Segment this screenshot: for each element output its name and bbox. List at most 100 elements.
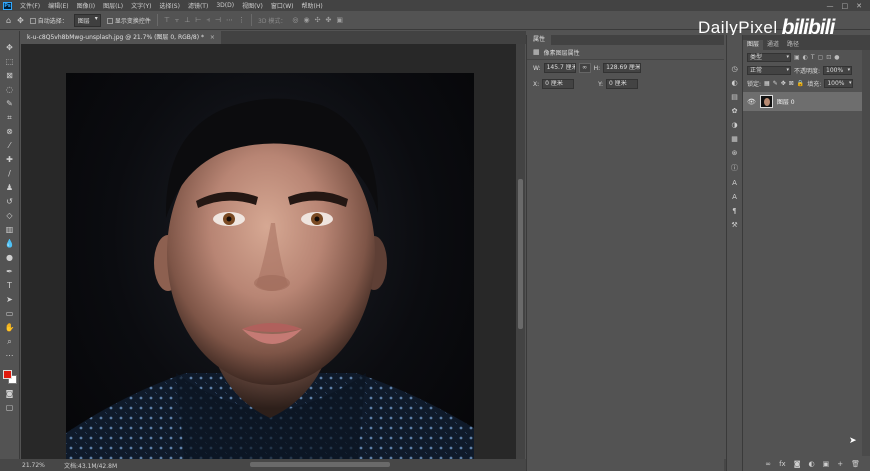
document-tab[interactable]: k-u-c8Q5vh8bMwg-unsplash.jpg @ 21.7% (图层… xyxy=(21,31,221,44)
layers-scrollbar[interactable] xyxy=(862,50,870,456)
portrait-photo[interactable] xyxy=(66,73,474,471)
auto-select-checkbox[interactable]: 自动选择： xyxy=(29,16,68,25)
filter-shape-icon[interactable]: ▢ xyxy=(818,54,824,61)
layer-kind-filter[interactable]: 类型 xyxy=(747,52,791,62)
lasso-tool-icon[interactable]: ◌ xyxy=(4,85,16,95)
adjustments-icon[interactable]: ◑ xyxy=(731,121,737,129)
filter-pixel-icon[interactable]: ▣ xyxy=(794,54,800,61)
opacity-field[interactable]: 100% xyxy=(823,66,853,75)
healing-brush-tool-icon[interactable]: ✚ xyxy=(4,155,16,165)
align-bottom-icon[interactable]: ⊥ xyxy=(184,16,190,25)
distribute-icon[interactable]: ⋯ xyxy=(226,16,233,25)
paragraph-icon[interactable]: ¶ xyxy=(732,207,736,215)
menu-filter[interactable]: 滤镜(T) xyxy=(184,1,212,10)
height-field[interactable]: 128.69 厘米 xyxy=(603,63,642,73)
more-options-icon[interactable]: ⋮ xyxy=(238,16,245,25)
lock-paint-icon[interactable]: ✎ xyxy=(773,80,778,87)
lock-position-icon[interactable]: ✥ xyxy=(781,80,786,87)
pen-tool-icon[interactable]: ✒ xyxy=(4,267,16,277)
screen-mode-icon[interactable]: ▢ xyxy=(4,403,16,413)
3d-roll-icon[interactable]: ◉ xyxy=(303,16,309,24)
menu-type[interactable]: 文字(Y) xyxy=(127,1,155,10)
canvas-area[interactable] xyxy=(21,44,516,471)
type-tool-icon[interactable]: T xyxy=(4,281,16,291)
home-icon[interactable]: ⌂ xyxy=(6,16,11,25)
foreground-color-swatch[interactable] xyxy=(2,370,12,379)
menu-edit[interactable]: 编辑(E) xyxy=(44,1,72,10)
menu-select[interactable]: 选择(S) xyxy=(155,1,184,10)
lock-artboard-icon[interactable]: ⊠ xyxy=(789,80,794,87)
show-transform-checkbox[interactable]: 显示变换控件 xyxy=(106,16,151,25)
filter-toggle-icon[interactable]: ● xyxy=(834,54,839,61)
blend-mode-dropdown[interactable]: 正常 xyxy=(747,66,791,75)
menu-view[interactable]: 视图(V) xyxy=(238,1,267,10)
menu-file[interactable]: 文件(F) xyxy=(16,1,44,10)
clone-stamp-tool-icon[interactable]: ♟ xyxy=(4,183,16,193)
menu-3d[interactable]: 3D(D) xyxy=(212,2,238,9)
3d-pan-icon[interactable]: ✣ xyxy=(315,16,321,24)
tool-presets-icon[interactable]: ⚒ xyxy=(731,221,737,229)
menu-image[interactable]: 图像(I) xyxy=(73,1,99,10)
minimize-icon[interactable]: — xyxy=(827,2,834,10)
3d-slide-icon[interactable]: ✤ xyxy=(325,16,331,24)
move-tool-icon[interactable]: ✥ xyxy=(4,43,16,53)
blur-tool-icon[interactable]: 💧 xyxy=(4,239,16,249)
x-field[interactable]: 0 厘米 xyxy=(542,79,575,89)
info-icon[interactable]: ⓘ xyxy=(731,163,738,173)
history-brush-tool-icon[interactable]: ↺ xyxy=(4,197,16,207)
tab-layers[interactable]: 图层 xyxy=(743,40,764,50)
delete-layer-icon[interactable]: 🗑 xyxy=(851,460,860,468)
3d-rotate-icon[interactable]: ◎ xyxy=(292,16,298,24)
maximize-icon[interactable]: □ xyxy=(842,2,849,10)
3d-scale-icon[interactable]: ▣ xyxy=(336,16,343,24)
frame-tool-icon[interactable]: ⊗ xyxy=(4,127,16,137)
align-center-icon[interactable]: ⫞ xyxy=(206,16,210,25)
adjustment-layer-icon[interactable]: ◐ xyxy=(809,460,815,468)
hand-tool-icon[interactable]: ✋ xyxy=(4,323,16,333)
close-icon[interactable]: ✕ xyxy=(856,2,862,10)
menu-window[interactable]: 窗口(W) xyxy=(267,1,298,10)
crop-tool-icon[interactable]: ⌗ xyxy=(4,113,16,123)
tab-paths[interactable]: 路径 xyxy=(783,40,803,50)
group-icon[interactable]: ▣ xyxy=(823,460,830,468)
zoom-level[interactable]: 21.72% xyxy=(0,462,45,469)
quick-select-tool-icon[interactable]: ✎ xyxy=(4,99,16,109)
character-icon[interactable]: A xyxy=(732,179,737,187)
menu-help[interactable]: 帮助(H) xyxy=(298,1,327,10)
libraries-icon[interactable]: ▦ xyxy=(731,135,738,143)
align-top-icon[interactable]: ⊤ xyxy=(164,16,170,25)
tab-properties[interactable]: 属性 xyxy=(527,35,552,45)
scrollbar-thumb[interactable] xyxy=(518,179,523,329)
y-field[interactable]: 0 厘米 xyxy=(606,79,639,89)
color-icon[interactable]: ◐ xyxy=(731,79,737,87)
document-size-info[interactable]: 文档:43.1M/42.8M xyxy=(36,461,117,470)
more-tools-icon[interactable]: ⋯ xyxy=(4,351,16,361)
canvas-vertical-scrollbar[interactable] xyxy=(516,44,525,459)
layer-name[interactable]: 图层 0 xyxy=(777,97,795,106)
link-layers-icon[interactable]: ∞ xyxy=(765,460,771,468)
filter-smart-icon[interactable]: ⊡ xyxy=(826,54,831,61)
layer-row[interactable]: 👁 图层 0 xyxy=(743,92,862,111)
add-mask-icon[interactable]: ◙ xyxy=(794,460,801,468)
new-layer-icon[interactable]: + xyxy=(837,460,843,468)
align-right-icon[interactable]: ⊣ xyxy=(215,16,221,25)
width-field[interactable]: 145.7 厘米 xyxy=(543,63,576,73)
paragraph-style-icon[interactable]: A xyxy=(732,193,737,201)
swatches-icon[interactable]: ▤ xyxy=(731,93,738,101)
color-swatches[interactable] xyxy=(2,369,18,385)
fill-field[interactable]: 100% xyxy=(824,79,854,88)
lock-pixels-icon[interactable]: ▦ xyxy=(764,80,770,87)
zoom-tool-icon[interactable]: ⌕ xyxy=(4,337,16,347)
rectangle-tool-icon[interactable]: ▭ xyxy=(4,309,16,319)
canvas-horizontal-scrollbar[interactable] xyxy=(250,462,390,467)
menu-layer[interactable]: 图层(L) xyxy=(99,1,127,10)
visibility-eye-icon[interactable]: 👁 xyxy=(747,98,756,106)
artboard-tool-icon[interactable]: ⊠ xyxy=(4,71,16,81)
link-icon[interactable]: ∞ xyxy=(578,63,591,73)
eraser-tool-icon[interactable]: ◇ xyxy=(4,211,16,221)
path-select-tool-icon[interactable]: ➤ xyxy=(4,295,16,305)
brush-settings-icon[interactable]: ✿ xyxy=(732,107,738,115)
quick-mask-icon[interactable]: ◙ xyxy=(4,389,16,399)
dodge-tool-icon[interactable]: ● xyxy=(4,253,16,263)
move-tool-icon[interactable]: ✥ xyxy=(17,16,24,25)
